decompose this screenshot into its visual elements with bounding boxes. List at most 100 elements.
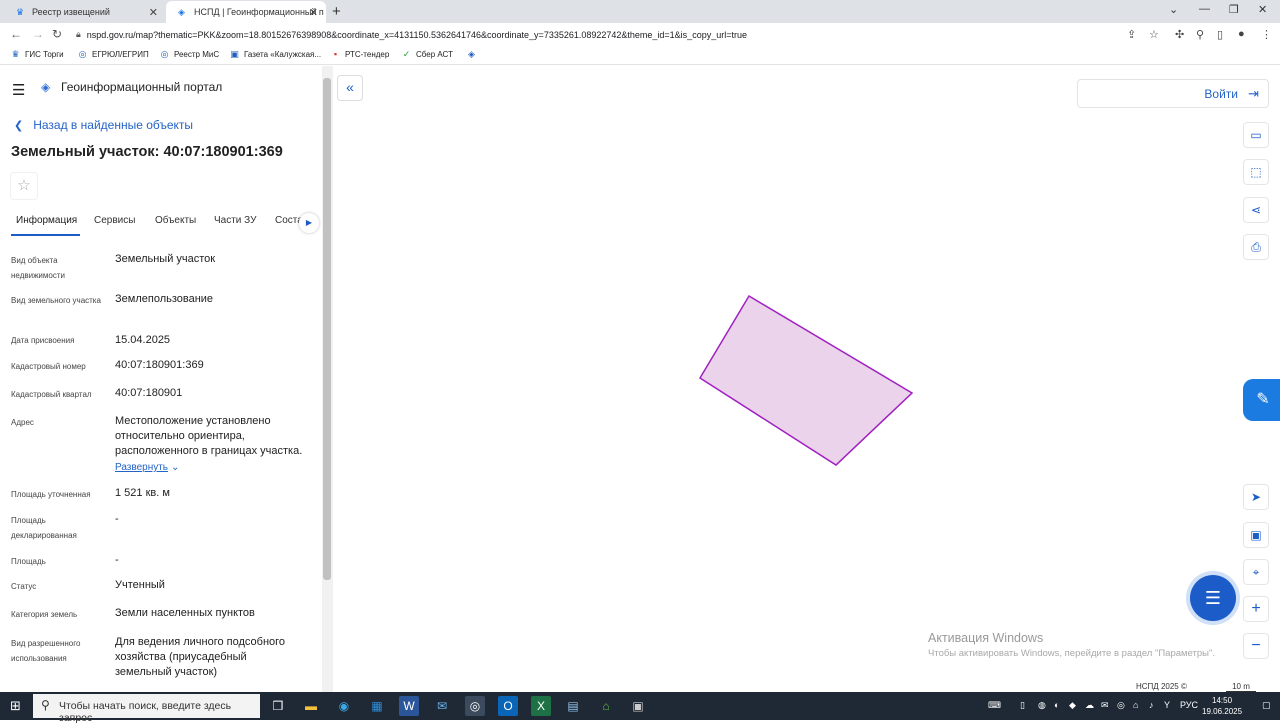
tray-app-icon[interactable]: ☁ bbox=[1085, 700, 1094, 711]
prop-value: - bbox=[115, 554, 119, 566]
share-icon[interactable]: ⋖ bbox=[1243, 197, 1269, 223]
volume-icon[interactable]: ♪ bbox=[1149, 700, 1154, 710]
bookmark-item[interactable]: ◈ bbox=[466, 49, 481, 60]
file-explorer-icon[interactable]: ▬ bbox=[301, 696, 321, 716]
tray-app-icon[interactable]: ◐ bbox=[1054, 700, 1059, 710]
prop-value: - bbox=[115, 513, 119, 525]
system-clock[interactable]: 14:50 19.06.2025 bbox=[1202, 695, 1242, 717]
back-arrow-icon[interactable]: ← bbox=[10, 27, 22, 41]
minimap-icon[interactable]: ▣ bbox=[1243, 522, 1269, 548]
close-tab-icon[interactable]: ✕ bbox=[309, 6, 318, 19]
login-label: Войти bbox=[1204, 87, 1238, 101]
tray-app-icon[interactable]: ◍ bbox=[1038, 700, 1046, 711]
tray-app-icon[interactable]: ◎ bbox=[1117, 700, 1125, 711]
close-tab-icon[interactable]: ✕ bbox=[149, 6, 158, 19]
tab-land-parts[interactable]: Части ЗУ bbox=[214, 215, 256, 226]
login-button[interactable]: Войти ⇥ bbox=[1077, 79, 1269, 108]
area-select-icon[interactable]: ⬚ bbox=[1243, 159, 1269, 185]
tray-app-icon[interactable]: Y bbox=[1164, 700, 1170, 710]
task-view-icon[interactable]: ❒ bbox=[268, 696, 288, 716]
hamburger-menu-icon[interactable]: ☰ bbox=[12, 81, 25, 99]
bookmark-item[interactable]: ♛ ГИС Торги bbox=[10, 49, 63, 60]
mail-icon[interactable]: ✉ bbox=[432, 696, 452, 716]
browser-tab-strip: ♛ Реестр извещений ✕ ◈ НСПД | Геоинформа… bbox=[0, 0, 1280, 23]
portal-title: Геоинформационный портал bbox=[61, 80, 223, 94]
bookmark-favicon-icon: ◈ bbox=[468, 49, 475, 59]
ruler-tool-icon[interactable]: ▭ bbox=[1243, 122, 1269, 148]
chat-support-icon[interactable]: ☰ bbox=[1190, 575, 1236, 621]
back-to-results-link[interactable]: ❮ Назад в найденные объекты bbox=[14, 118, 193, 132]
info-tabs: Информация Сервисы Объекты Части ЗУ Сост… bbox=[0, 212, 322, 238]
store-icon[interactable]: ▦ bbox=[367, 696, 387, 716]
taskbar-search-box[interactable]: ⚲ Чтобы начать поиск, введите здесь запр… bbox=[33, 694, 260, 724]
outlook-icon[interactable]: O bbox=[498, 696, 518, 716]
bookmark-star-icon[interactable]: ☆ bbox=[1149, 28, 1159, 41]
map-canvas[interactable]: « Войти ⇥ ▭ ⬚ ⋖ ⎙ ✎ ➤ ▣ ⌖ + − ☰ Активаци… bbox=[333, 66, 1280, 692]
side-panel-icon[interactable]: ▯ bbox=[1217, 28, 1223, 41]
prop-value: Земли населенных пунктов bbox=[115, 607, 255, 619]
share-icon[interactable]: ⇪ bbox=[1127, 28, 1136, 41]
tab-search-chevron-icon[interactable]: ⌄ bbox=[1169, 3, 1178, 16]
minimize-icon[interactable]: — bbox=[1199, 3, 1210, 15]
prop-value: Земельный участок bbox=[115, 253, 216, 265]
search-icon: ⚲ bbox=[41, 698, 50, 712]
calculator-icon[interactable]: ▤ bbox=[563, 696, 583, 716]
map-layer bbox=[698, 294, 914, 466]
extension-pin-icon[interactable]: ⚲ bbox=[1196, 28, 1204, 41]
tabs-scroll-right-icon[interactable]: ▶ bbox=[299, 213, 319, 233]
bookmark-item[interactable]: ◎ Реестр МиС bbox=[159, 49, 220, 60]
language-indicator[interactable]: РУС bbox=[1180, 700, 1198, 710]
bookmark-label: РТС-тендер bbox=[345, 50, 390, 59]
tab-objects[interactable]: Объекты bbox=[155, 215, 196, 226]
back-link-label: Назад в найденные объекты bbox=[33, 118, 194, 132]
prop-label: Кадастровый номер bbox=[11, 362, 86, 371]
chrome-icon[interactable]: ◎ bbox=[465, 696, 485, 716]
tray-app-icon[interactable]: ✉ bbox=[1101, 700, 1109, 711]
excel-icon[interactable]: X bbox=[531, 696, 551, 716]
tray-app-icon[interactable]: ▯ bbox=[1020, 700, 1025, 711]
clock-date: 19.06.2025 bbox=[1202, 707, 1243, 716]
expand-address-link[interactable]: Развернуть bbox=[115, 462, 168, 473]
edge-browser-icon[interactable]: ◉ bbox=[334, 696, 354, 716]
maximize-icon[interactable]: ❐ bbox=[1229, 3, 1239, 16]
geolocation-icon[interactable]: ➤ bbox=[1243, 484, 1269, 510]
windows-activation-title: Активация Windows bbox=[928, 631, 1044, 645]
browser-tab[interactable]: ♛ Реестр извещений ✕ bbox=[4, 1, 166, 23]
new-tab-icon[interactable]: + bbox=[332, 3, 341, 20]
bookmark-label: Газета «Калужская... bbox=[244, 50, 322, 59]
bookmark-item[interactable]: ▣ Газета «Калужская... bbox=[229, 49, 321, 60]
bookmark-item[interactable]: ◎ ЕГРЮЛ/ЕГРИП bbox=[77, 49, 149, 60]
bookmark-item[interactable]: ▪ РТС-тендер bbox=[330, 49, 389, 60]
extensions-icon[interactable]: ✣ bbox=[1175, 28, 1184, 41]
reload-icon[interactable]: ↻ bbox=[52, 27, 62, 41]
network-icon[interactable]: ⌂ bbox=[1133, 700, 1138, 710]
menu-dots-icon[interactable]: ⋮ bbox=[1261, 28, 1272, 41]
tray-app-icon[interactable]: ◆ bbox=[1069, 700, 1076, 711]
windows-start-icon[interactable]: ⊞ bbox=[10, 698, 21, 714]
forward-arrow-icon[interactable]: → bbox=[32, 27, 44, 41]
feedback-icon[interactable]: ✎ bbox=[1243, 379, 1280, 421]
app-house-icon[interactable]: ⌂ bbox=[596, 696, 616, 716]
address-bar[interactable]: 🔒︎ nspd.gov.ru/map?thematic=PKK&zoom=18.… bbox=[76, 26, 1166, 43]
app-window-icon[interactable]: ▣ bbox=[628, 696, 648, 716]
search-location-icon[interactable]: ⌖ bbox=[1243, 559, 1269, 585]
land-parcel-polygon[interactable] bbox=[698, 294, 914, 466]
zoom-in-icon[interactable]: + bbox=[1243, 596, 1269, 622]
bookmark-favicon-icon: ▣ bbox=[230, 49, 239, 59]
tab-information[interactable]: Информация bbox=[16, 215, 77, 226]
bookmark-item[interactable]: ✓ Сбер АСТ bbox=[401, 49, 453, 60]
browser-tab-active[interactable]: ◈ НСПД | Геоинформационный п ✕ bbox=[166, 1, 326, 23]
profile-icon[interactable]: ● bbox=[1238, 28, 1245, 40]
close-window-icon[interactable]: ✕ bbox=[1258, 3, 1267, 16]
chevron-down-icon[interactable]: ⌄ bbox=[171, 462, 179, 473]
prop-label: Площадь bbox=[11, 557, 46, 566]
keyboard-icon[interactable]: ⌨ bbox=[988, 700, 1001, 711]
favorite-star-button[interactable]: ☆ bbox=[10, 172, 38, 200]
print-icon[interactable]: ⎙ bbox=[1243, 234, 1269, 260]
zoom-out-icon[interactable]: − bbox=[1243, 633, 1269, 659]
word-icon[interactable]: W bbox=[399, 696, 419, 716]
clock-time: 14:50 bbox=[1212, 696, 1233, 705]
notifications-icon[interactable]: ▢ bbox=[1262, 700, 1271, 711]
tab-services[interactable]: Сервисы bbox=[94, 215, 135, 226]
panel-scrollbar-thumb[interactable] bbox=[323, 78, 331, 580]
